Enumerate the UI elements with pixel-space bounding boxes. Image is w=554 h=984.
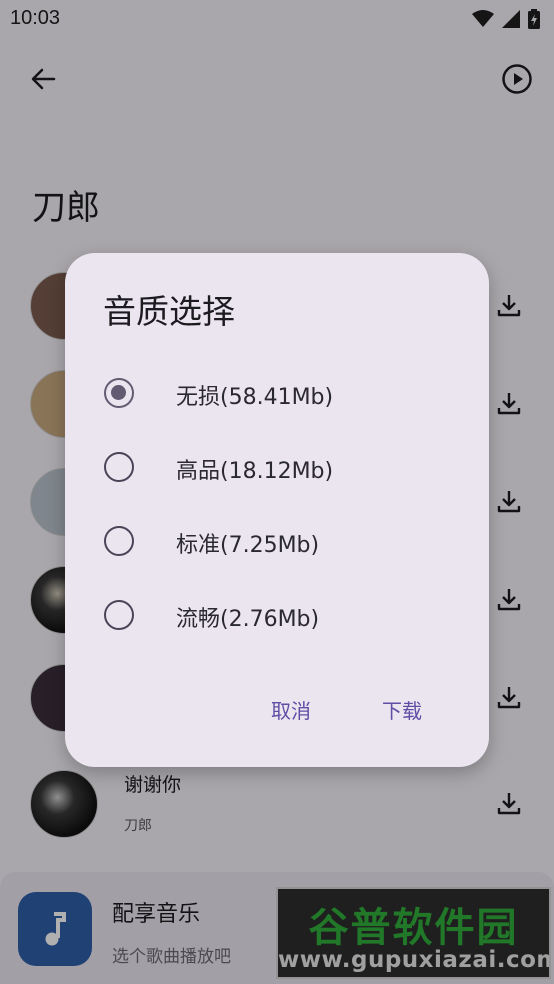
radio-button[interactable]	[104, 526, 134, 556]
option-label: 无损(58.41Mb)	[176, 385, 334, 410]
quality-option-high[interactable]: 高品(18.12Mb)	[65, 433, 489, 499]
radio-button[interactable]	[104, 452, 134, 482]
radio-button-selected[interactable]	[104, 378, 134, 408]
quality-option-smooth[interactable]: 流畅(2.76Mb)	[65, 581, 489, 647]
option-label: 流畅(2.76Mb)	[176, 607, 320, 632]
radio-button[interactable]	[104, 600, 134, 630]
quality-dialog: 音质选择 无损(58.41Mb) 高品(18.12Mb) 标准(7.25Mb) …	[65, 253, 489, 767]
cancel-button[interactable]: 取消	[265, 691, 317, 728]
option-label: 高品(18.12Mb)	[176, 459, 334, 484]
dialog-title: 音质选择	[103, 292, 235, 331]
quality-option-standard[interactable]: 标准(7.25Mb)	[65, 507, 489, 573]
option-label: 标准(7.25Mb)	[176, 533, 320, 558]
quality-option-lossless[interactable]: 无损(58.41Mb)	[65, 359, 489, 425]
download-confirm-button[interactable]: 下载	[376, 691, 428, 728]
